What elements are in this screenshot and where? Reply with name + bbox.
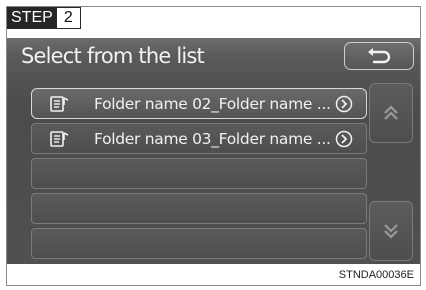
scroll-up-button[interactable] <box>369 83 413 143</box>
folder-list: Folder name 02_Folder name ... Folder na… <box>31 88 367 263</box>
list-item-empty <box>31 228 367 259</box>
step-number: 2 <box>56 7 81 29</box>
list-item-label: Folder name 03_Folder name ... <box>94 130 331 148</box>
screen-title: Select from the list <box>21 44 205 68</box>
circle-arrow-right-icon <box>335 130 353 148</box>
folder-music-icon <box>50 131 69 147</box>
figure-code: STNDA00036E <box>338 269 414 281</box>
list-item-folder-02[interactable]: Folder name 02_Folder name ... <box>31 88 367 119</box>
back-arrow-icon <box>368 48 391 64</box>
step-indicator: STEP 2 <box>7 7 81 29</box>
scroll-controls <box>369 83 416 263</box>
figure-frame: STEP 2 Select from the list Folder name … <box>6 6 421 286</box>
device-screen: Select from the list Folder name 02_Fold… <box>7 38 420 264</box>
list-item-empty <box>31 158 367 189</box>
list-item-label: Folder name 02_Folder name ... <box>94 95 331 113</box>
double-chevron-down-icon <box>384 224 398 239</box>
back-button[interactable] <box>344 42 414 70</box>
step-label: STEP <box>7 7 57 29</box>
list-item-empty <box>31 193 367 224</box>
folder-music-icon <box>50 96 69 112</box>
circle-arrow-right-icon <box>335 95 353 113</box>
scroll-down-button[interactable] <box>369 201 413 261</box>
list-item-folder-03[interactable]: Folder name 03_Folder name ... <box>31 123 367 154</box>
double-chevron-up-icon <box>384 105 398 120</box>
